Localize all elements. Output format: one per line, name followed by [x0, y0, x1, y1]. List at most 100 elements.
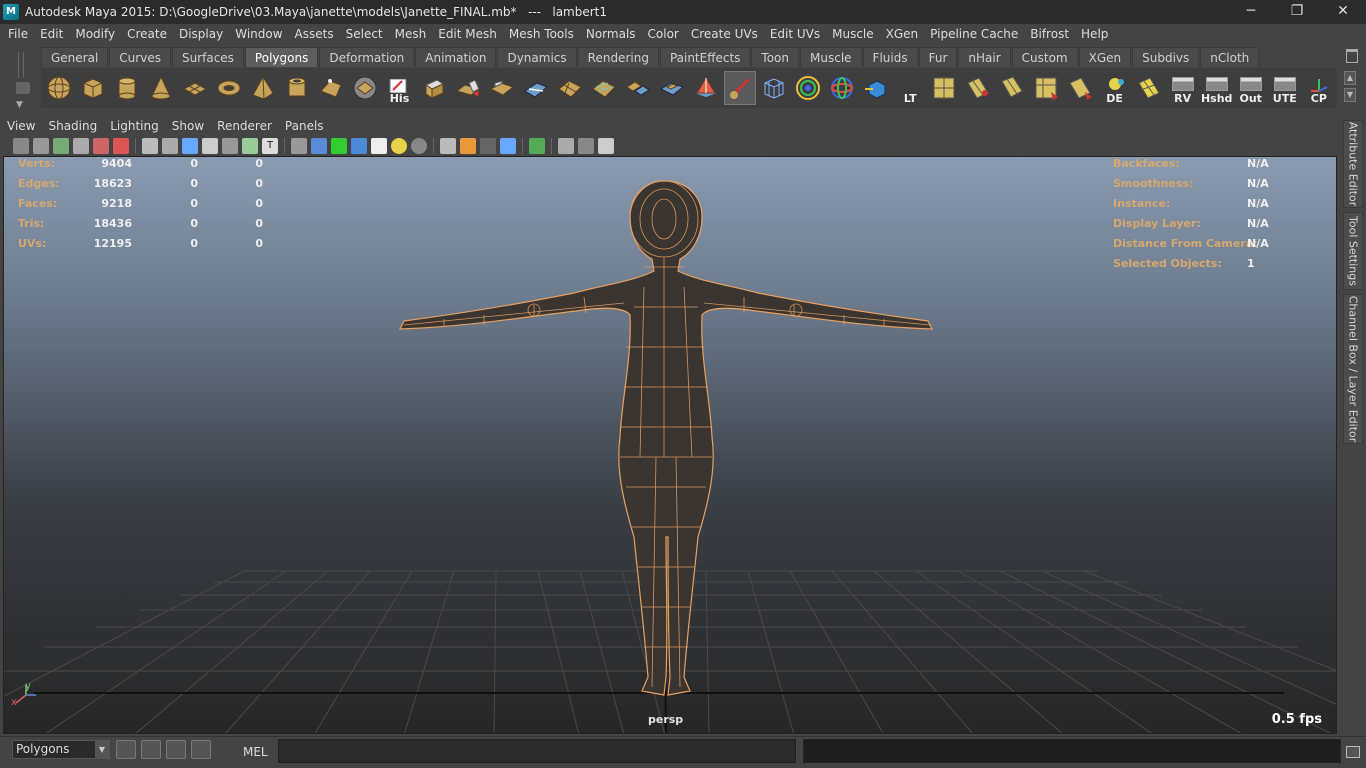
shelf-grip-icon[interactable] — [18, 52, 24, 78]
poly-sphere-button[interactable] — [43, 71, 75, 105]
menu-set-dropdown[interactable]: Polygons ▼ — [12, 740, 110, 759]
shelf-tab-animation[interactable]: Animation — [415, 47, 497, 67]
rv-button[interactable]: RV — [1167, 71, 1199, 105]
panel-menu-renderer[interactable]: Renderer — [217, 119, 272, 133]
xray-icon[interactable] — [351, 138, 367, 154]
shelf-tab-muscle[interactable]: Muscle — [800, 47, 862, 67]
anti-aliasing-icon[interactable] — [480, 138, 496, 154]
poly-pyramid-button[interactable] — [247, 71, 279, 105]
use-all-lights-icon[interactable] — [391, 138, 407, 154]
menu-normals[interactable]: Normals — [581, 25, 641, 43]
menu-edit-mesh[interactable]: Edit Mesh — [433, 25, 502, 43]
out-button[interactable]: Out — [1235, 71, 1267, 105]
soft-modification-button[interactable] — [792, 71, 824, 105]
shelf-tab-curves[interactable]: Curves — [109, 47, 171, 67]
depth-of-field-icon[interactable] — [500, 138, 516, 154]
shelf-tab-painteffects[interactable]: PaintEffects — [659, 47, 751, 67]
image-plane-icon[interactable] — [73, 138, 89, 154]
grid-icon[interactable] — [142, 138, 158, 154]
rotate-manipulator-button[interactable] — [826, 71, 858, 105]
2d-pan-zoom-icon[interactable] — [93, 138, 109, 154]
menu-xgen[interactable]: XGen — [881, 25, 924, 43]
menu-create[interactable]: Create — [122, 25, 172, 43]
bridge-button[interactable] — [452, 71, 484, 105]
move-pivot-button[interactable] — [860, 71, 892, 105]
wireframe-on-shaded-icon[interactable] — [331, 138, 347, 154]
tab-attribute-editor[interactable]: Attribute Editor — [1343, 120, 1363, 208]
perspective-viewport[interactable]: Verts: 9404 0 0 Edges: 18623 0 0 Faces: … — [3, 156, 1337, 734]
network-icon[interactable] — [598, 138, 614, 154]
shelf-handle[interactable]: ▼ — [8, 48, 36, 112]
menu-pipeline-cache[interactable]: Pipeline Cache — [925, 25, 1023, 43]
panel-menu-lighting[interactable]: Lighting — [110, 119, 159, 133]
insert-edge-loop-button[interactable] — [554, 71, 586, 105]
menu-window[interactable]: Window — [230, 25, 287, 43]
shelf-tab-nhair[interactable]: nHair — [958, 47, 1011, 67]
isolate-select-icon[interactable] — [529, 138, 545, 154]
shelf-tab-deformation[interactable]: Deformation — [319, 47, 415, 67]
history-button[interactable]: His — [383, 71, 415, 105]
menu-bifrost[interactable]: Bifrost — [1025, 25, 1074, 43]
safe-title-icon[interactable]: T — [262, 138, 278, 154]
field-chart-icon[interactable] — [222, 138, 238, 154]
two-pane-icon[interactable] — [578, 138, 594, 154]
shelf-scroll-up-icon[interactable]: ▲ — [1344, 71, 1356, 85]
shelf-tab-surfaces[interactable]: Surfaces — [171, 47, 244, 67]
menu-display[interactable]: Display — [174, 25, 228, 43]
menu-edit[interactable]: Edit — [35, 25, 68, 43]
poly-torus-button[interactable] — [213, 71, 245, 105]
shelf-tab-polygons[interactable]: Polygons — [244, 47, 319, 67]
create-polygon-tool-button[interactable] — [315, 71, 347, 105]
maya-app-icon[interactable]: M — [3, 4, 19, 20]
wireframe-icon[interactable] — [291, 138, 307, 154]
screen-space-ao-icon[interactable] — [440, 138, 456, 154]
panel-menu-show[interactable]: Show — [172, 119, 204, 133]
offset-edge-loop-button[interactable] — [588, 71, 620, 105]
shelf-tab-ncloth[interactable]: nCloth — [1200, 47, 1260, 67]
lt-button[interactable]: LT — [894, 71, 926, 105]
shelf-menu-arrow-icon[interactable]: ▼ — [16, 100, 23, 110]
menu-mesh-tools[interactable]: Mesh Tools — [504, 25, 579, 43]
tab-channel-box-layer-editor[interactable]: Channel Box / Layer Editor — [1343, 294, 1363, 444]
mel-command-input[interactable] — [278, 739, 796, 763]
panel-menu-panels[interactable]: Panels — [285, 119, 324, 133]
extrude-button[interactable] — [418, 71, 450, 105]
bookmarks-icon[interactable] — [53, 138, 69, 154]
automatic-mapping-button[interactable] — [1064, 71, 1096, 105]
tab-tool-settings[interactable]: Tool Settings — [1343, 212, 1363, 290]
shelf-tab-subdivs[interactable]: Subdivs — [1132, 47, 1200, 67]
de-button[interactable]: DE — [1099, 71, 1131, 105]
menu-modify[interactable]: Modify — [70, 25, 120, 43]
split-polygon-button[interactable] — [520, 71, 552, 105]
panel-menu-shading[interactable]: Shading — [48, 119, 97, 133]
menu-select[interactable]: Select — [341, 25, 388, 43]
layout-list-icon[interactable] — [191, 740, 211, 759]
combine-button[interactable] — [349, 71, 381, 105]
menu-assets[interactable]: Assets — [290, 25, 339, 43]
mel-label[interactable]: MEL — [243, 745, 268, 759]
merge-button[interactable] — [622, 71, 654, 105]
poke-button[interactable] — [690, 71, 722, 105]
resolution-gate-icon[interactable] — [182, 138, 198, 154]
uv-editor-button[interactable] — [928, 71, 960, 105]
maximize-button[interactable]: ❐ — [1274, 0, 1320, 24]
panel-menu-view[interactable]: View — [7, 119, 35, 133]
shelf-tab-xgen[interactable]: XGen — [1078, 47, 1132, 67]
spherical-mapping-button[interactable] — [1030, 71, 1062, 105]
planar-mapping-button[interactable] — [962, 71, 994, 105]
safe-action-icon[interactable] — [242, 138, 258, 154]
menu-mesh[interactable]: Mesh — [390, 25, 432, 43]
hshd-button[interactable]: Hshd — [1201, 71, 1233, 105]
shelf-tab-custom[interactable]: Custom — [1011, 47, 1078, 67]
menu-muscle[interactable]: Muscle — [827, 25, 879, 43]
camera-attributes-icon[interactable] — [33, 138, 49, 154]
shelf-tab-general[interactable]: General — [41, 47, 109, 67]
film-gate-icon[interactable] — [162, 138, 178, 154]
ute-button[interactable]: UTE — [1269, 71, 1301, 105]
shelf-gear-icon[interactable] — [16, 82, 30, 94]
snap-toggle-icon[interactable] — [116, 740, 136, 759]
shelf-tab-dynamics[interactable]: Dynamics — [497, 47, 577, 67]
menu-help[interactable]: Help — [1076, 25, 1113, 43]
shelf-tab-fur[interactable]: Fur — [918, 47, 958, 67]
grease-pencil-icon[interactable] — [113, 138, 129, 154]
